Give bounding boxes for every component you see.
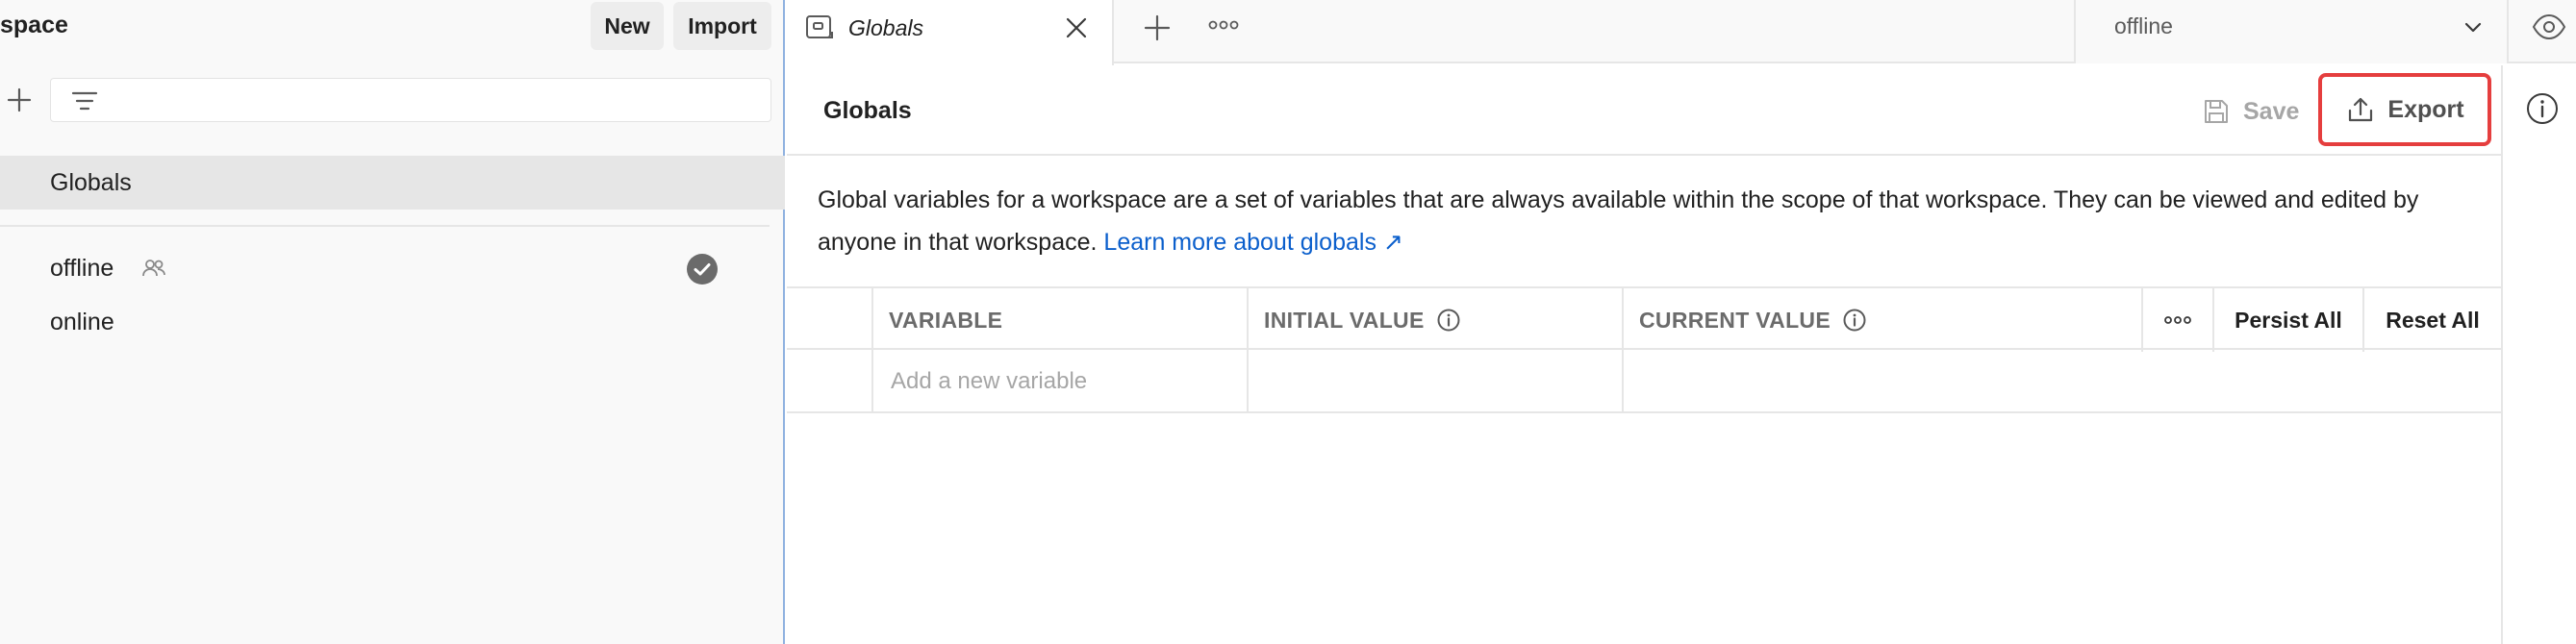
environment-name: online: [50, 308, 114, 335]
close-icon[interactable]: [1062, 13, 1091, 42]
filter-input[interactable]: [50, 78, 771, 122]
environment-name: offline: [50, 254, 114, 282]
save-button-label: Save: [2243, 97, 2300, 125]
column-options-button[interactable]: [2143, 288, 2214, 352]
sidebar-item-offline[interactable]: offline: [0, 241, 785, 295]
sidebar: space New Import Globals offline online: [0, 0, 785, 644]
column-label: CURRENT VALUE: [1639, 307, 1831, 333]
save-button[interactable]: Save: [2201, 88, 2299, 135]
upload-icon: [2349, 97, 2373, 122]
globals-panel: Globals Save Export Global variables for…: [787, 65, 2501, 644]
column-header-initial-value: INITIAL VALUE: [1249, 288, 1624, 352]
variable-cell[interactable]: [873, 350, 1249, 413]
reset-all-button[interactable]: Reset All: [2364, 288, 2501, 352]
info-icon[interactable]: [2524, 90, 2561, 127]
sidebar-toolbar: [0, 77, 785, 123]
learn-more-link[interactable]: Learn more about globals ↗: [1103, 229, 1402, 256]
persist-all-button[interactable]: Persist All: [2214, 288, 2364, 352]
sidebar-item-online[interactable]: online: [0, 295, 785, 349]
save-icon: [2205, 100, 2228, 123]
more-horizontal-icon: [2164, 316, 2191, 324]
persist-all-label: Persist All: [2235, 307, 2342, 333]
environment-selector-value: offline: [2114, 13, 2173, 38]
info-icon[interactable]: [1436, 308, 1461, 333]
initial-value-cell[interactable]: [1249, 350, 1624, 413]
chevron-down-icon: [2464, 22, 2482, 33]
globals-description: Global variables for a workspace are a s…: [818, 179, 2482, 263]
sidebar-divider: [0, 225, 770, 227]
active-environment-check-icon: [687, 254, 718, 285]
tab-globals[interactable]: Globals: [787, 0, 1114, 65]
column-label: VARIABLE: [889, 307, 1003, 333]
plus-icon[interactable]: [4, 85, 35, 115]
panel-header: Globals Save Export: [787, 65, 2501, 156]
current-value-cell[interactable]: [1624, 350, 2501, 413]
filter-icon: [71, 91, 98, 111]
eye-icon[interactable]: [2530, 10, 2568, 44]
reset-all-label: Reset All: [2386, 307, 2480, 333]
sidebar-item-globals[interactable]: Globals: [0, 156, 785, 210]
new-button[interactable]: New: [591, 2, 664, 50]
row-select-cell: [787, 350, 873, 413]
column-header-current-value: CURRENT VALUE: [1624, 288, 2143, 352]
more-horizontal-icon[interactable]: [1206, 15, 1241, 35]
description-text: Global variables for a workspace are a s…: [818, 186, 2419, 256]
sidebar-header: space New Import: [0, 0, 785, 50]
environment-selector[interactable]: offline: [2074, 0, 2509, 63]
import-button[interactable]: Import: [673, 2, 771, 50]
right-rail: [2501, 65, 2576, 644]
tab-label: Globals: [848, 15, 923, 40]
globals-icon: [806, 15, 833, 38]
export-button[interactable]: Export: [2318, 73, 2491, 146]
tab-bar: Globals offline: [787, 0, 2576, 65]
new-tab-plus-icon[interactable]: [1139, 10, 1175, 46]
info-icon[interactable]: [1842, 308, 1867, 333]
new-variable-input[interactable]: [881, 358, 1237, 406]
column-label: INITIAL VALUE: [1264, 307, 1425, 333]
column-header-variable: VARIABLE: [873, 288, 1249, 352]
team-icon: [142, 260, 165, 277]
table-row: [787, 350, 2501, 413]
workspace-title: space: [0, 12, 68, 38]
page-title: Globals: [823, 97, 912, 124]
sidebar-item-label: Globals: [50, 168, 132, 196]
export-button-label: Export: [2387, 95, 2464, 123]
row-select-column: [787, 288, 873, 352]
table-header-row: VARIABLE INITIAL VALUE CURRENT VALUE Per…: [787, 286, 2501, 352]
